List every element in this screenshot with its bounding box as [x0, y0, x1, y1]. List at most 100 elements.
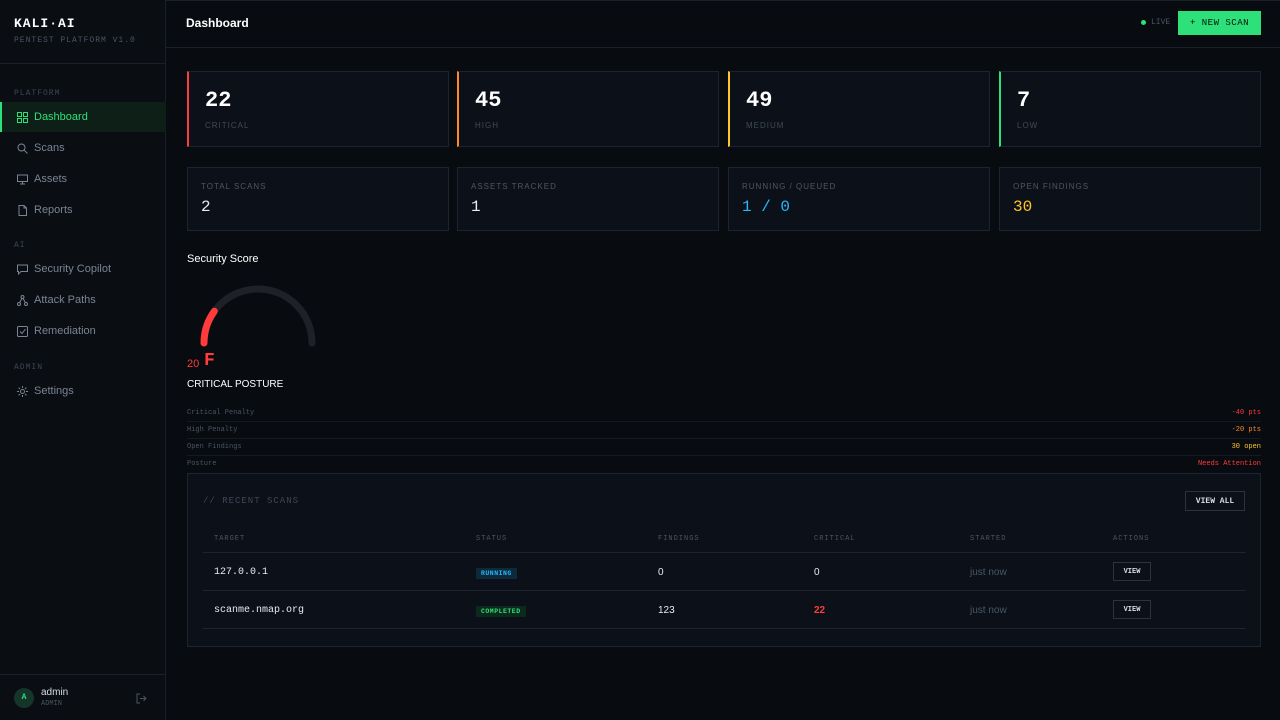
breakdown-label: Critical Penalty — [187, 409, 255, 417]
avatar: A — [14, 687, 34, 708]
sidebar: KALI·AI PENTEST PLATFORM V1.0 PLATFORM D… — [0, 0, 166, 720]
sidebar-item-label: Attack Paths — [34, 294, 96, 306]
view-scan-button[interactable]: VIEW — [1113, 562, 1151, 581]
sidebar-item-label: Reports — [34, 204, 73, 216]
section-label-ai: AI — [14, 241, 26, 250]
sidebar-item-security-copilot[interactable]: Security Copilot — [0, 254, 166, 284]
recent-scans-title: // RECENT SCANS — [203, 496, 300, 506]
section-label-platform: PLATFORM — [14, 89, 61, 98]
grid-icon — [16, 111, 28, 123]
stat-card-running-queued: RUNNING / QUEUED 1 / 0 — [728, 167, 990, 231]
breakdown-value: -20 pts — [1231, 426, 1261, 434]
column-header: STARTED — [970, 535, 1007, 543]
severity-count: 7 — [1017, 88, 1031, 113]
chat-icon — [16, 263, 28, 275]
sidebar-item-label: Scans — [34, 142, 65, 154]
score-grade: F — [204, 351, 215, 371]
breakdown-value: Needs Attention — [1197, 460, 1261, 468]
sidebar-item-scans[interactable]: Scans — [0, 133, 166, 163]
sidebar-item-remediation[interactable]: Remediation — [0, 316, 166, 346]
gear-icon — [16, 385, 28, 397]
scan-target: 127.0.0.1 — [214, 567, 269, 578]
section-label-admin: ADMIN — [14, 363, 44, 372]
stat-label: TOTAL SCANS — [201, 182, 267, 191]
brand-title: KALI·AI — [14, 16, 76, 31]
scan-started: just now — [970, 605, 1007, 616]
severity-card-low[interactable]: 7 LOW — [999, 71, 1261, 147]
column-header: ACTIONS — [1113, 535, 1150, 543]
table-row[interactable]: scanme.nmap.org COMPLETED 123 22 just no… — [203, 591, 1246, 629]
scan-findings: 0 — [658, 567, 664, 578]
stat-card-assets-tracked: ASSETS TRACKED 1 — [457, 167, 719, 231]
sidebar-item-label: Remediation — [34, 325, 96, 337]
severity-label: MEDIUM — [746, 121, 785, 130]
sidebar-item-label: Security Copilot — [34, 263, 112, 275]
sidebar-item-label: Settings — [34, 385, 74, 397]
sidebar-item-attack-paths[interactable]: Attack Paths — [0, 285, 166, 315]
scan-started: just now — [970, 567, 1007, 578]
user-name: admin — [41, 687, 69, 698]
nodes-icon — [16, 294, 28, 306]
scan-target: scanme.nmap.org — [214, 605, 305, 616]
gauge-fill — [200, 307, 218, 347]
posture-label: CRITICAL POSTURE — [187, 379, 284, 390]
severity-card-medium[interactable]: 49 MEDIUM — [728, 71, 990, 147]
column-header: STATUS — [476, 535, 508, 543]
breakdown-label: Open Findings — [187, 443, 242, 451]
score-breakdown-row: Posture Needs Attention — [187, 456, 1261, 473]
severity-count: 49 — [746, 88, 773, 113]
severity-label: CRITICAL — [205, 121, 250, 130]
scan-critical: 0 — [814, 567, 820, 578]
view-all-button[interactable]: VIEW ALL — [1185, 491, 1245, 511]
monitor-icon — [16, 173, 28, 185]
sidebar-item-label: Assets — [34, 173, 68, 185]
stat-label: ASSETS TRACKED — [471, 182, 557, 191]
sidebar-item-assets[interactable]: Assets — [0, 164, 166, 194]
page-title: Dashboard — [186, 16, 249, 30]
severity-card-critical[interactable]: 22 CRITICAL — [187, 71, 449, 147]
severity-card-high[interactable]: 45 HIGH — [457, 71, 719, 147]
status-badge: RUNNING — [476, 568, 517, 579]
search-icon — [16, 142, 28, 154]
breakdown-label: High Penalty — [187, 426, 238, 434]
score-breakdown-row: High Penalty -20 pts — [187, 422, 1261, 439]
status-badge: COMPLETED — [476, 606, 526, 617]
stat-value: 1 — [471, 198, 481, 216]
stat-card-open-findings: OPEN FINDINGS 30 — [999, 167, 1261, 231]
logout-icon[interactable] — [136, 691, 148, 704]
severity-label: LOW — [1017, 121, 1039, 130]
severity-count: 22 — [205, 88, 232, 113]
scan-findings: 123 — [658, 605, 675, 616]
stat-label: RUNNING / QUEUED — [742, 182, 837, 191]
breakdown-value: 30 open — [1231, 443, 1261, 451]
stat-value: 2 — [201, 198, 211, 216]
view-scan-button[interactable]: VIEW — [1113, 600, 1151, 619]
security-score-title: Security Score — [187, 253, 259, 265]
column-header: CRITICAL — [814, 535, 856, 543]
check-square-icon — [16, 325, 28, 337]
severity-label: HIGH — [475, 121, 499, 130]
stat-value: 1 / 0 — [742, 198, 791, 216]
column-header: TARGET — [214, 535, 246, 543]
score-breakdown-row: Critical Penalty -40 pts — [187, 405, 1261, 422]
breakdown-value: -40 pts — [1231, 409, 1261, 417]
user-role: ADMIN — [41, 700, 63, 708]
sidebar-item-reports[interactable]: Reports — [0, 195, 166, 225]
sidebar-item-label: Dashboard — [34, 111, 88, 123]
top-bar: Dashboard LIVE + NEW SCAN — [166, 0, 1280, 48]
scan-critical: 22 — [814, 605, 826, 616]
stat-label: OPEN FINDINGS — [1013, 182, 1090, 191]
stat-card-total-scans: TOTAL SCANS 2 — [187, 167, 449, 231]
severity-count: 45 — [475, 88, 502, 113]
column-header: FINDINGS — [658, 535, 700, 543]
sidebar-item-settings[interactable]: Settings — [0, 376, 166, 406]
new-scan-button[interactable]: + NEW SCAN — [1178, 11, 1261, 35]
brand-subtitle: PENTEST PLATFORM V1.0 — [14, 36, 136, 45]
file-icon — [16, 204, 28, 216]
sidebar-item-dashboard[interactable]: Dashboard — [0, 102, 166, 132]
recent-scans-panel: // RECENT SCANS VIEW ALL TARGET STATUS F… — [187, 473, 1261, 647]
table-row[interactable]: 127.0.0.1 RUNNING 0 0 just now VIEW — [203, 553, 1246, 591]
live-dot-icon — [1141, 20, 1146, 25]
user-panel: A admin ADMIN — [0, 674, 166, 720]
stat-value: 30 — [1013, 198, 1033, 216]
